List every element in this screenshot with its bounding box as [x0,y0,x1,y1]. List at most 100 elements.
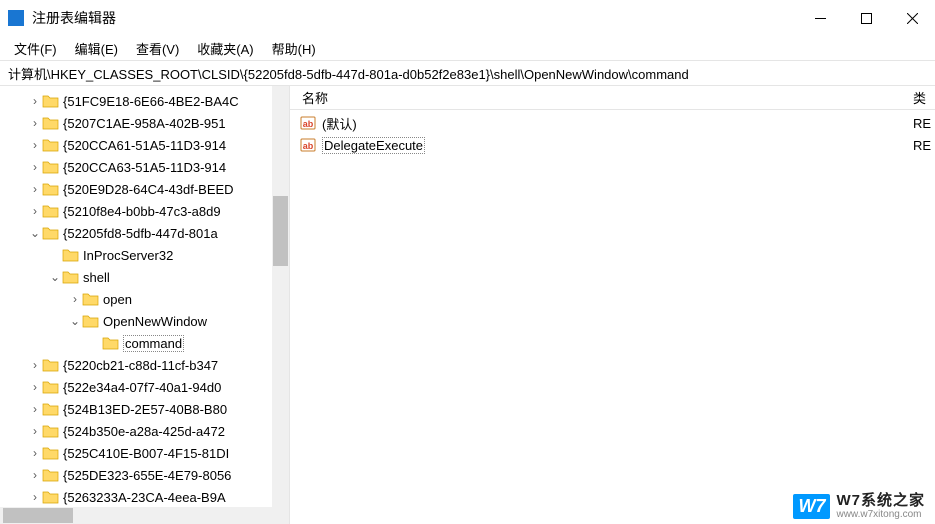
value-name: DelegateExecute [322,138,913,153]
tree-node[interactable]: › {520CCA61-51A5-11D3-914 [0,134,289,156]
chevron-right-icon[interactable]: › [28,204,42,218]
chevron-down-icon[interactable]: ⌄ [28,226,42,240]
address-bar[interactable]: 计算机\HKEY_CLASSES_ROOT\CLSID\{52205fd8-5d… [0,60,935,86]
maximize-button[interactable] [843,0,889,36]
scrollbar-thumb[interactable] [3,508,73,523]
svg-text:ab: ab [303,119,314,129]
window-controls [797,0,935,36]
tree-node[interactable]: ⌄ {52205fd8-5dfb-447d-801a [0,222,289,244]
values-header: 名称 类 [290,86,935,110]
tree-node[interactable]: ›{5263233A-23CA-4eea-B9A [0,486,289,507]
value-name: (默认) [322,114,913,133]
chevron-right-icon[interactable]: › [28,468,42,482]
string-value-icon: ab [300,137,316,153]
title-bar: 注册表编辑器 [0,0,935,36]
tree-node[interactable]: ⌄ OpenNewWindow [0,310,289,332]
tree-panel: › {51FC9E18-6E66-4BE2-BA4C › {5207C1AE-958A… [0,86,290,524]
folder-icon [102,336,119,350]
menu-help[interactable]: 帮助(H) [264,37,324,60]
tree-node[interactable]: › {525C410E-B007-4F15-81DI [0,442,289,464]
minimize-button[interactable] [797,0,843,36]
tree-node[interactable]: › {5207C1AE-958A-402B-951 [0,112,289,134]
scrollbar-thumb[interactable] [273,196,288,266]
close-button[interactable] [889,0,935,36]
folder-icon [42,94,59,108]
chevron-right-icon[interactable]: › [28,424,42,438]
chevron-right-icon[interactable]: › [28,380,42,394]
tree-node[interactable]: › {5220cb21-c88d-11cf-b347 [0,354,289,376]
chevron-right-icon[interactable]: › [28,160,42,174]
tree-node-label: open [103,292,132,307]
tree-node[interactable]: › open [0,288,289,310]
tree-vertical-scrollbar[interactable] [272,86,289,507]
chevron-down-icon[interactable]: ⌄ [48,270,62,284]
menu-edit[interactable]: 编辑(E) [67,37,126,60]
value-row[interactable]: abDelegateExecuteRE [290,134,935,156]
tree-node-label: {522e34a4-07f7-40a1-94d0 [63,380,221,395]
tree-node[interactable]: ›{524B13ED-2E57-40B8-B80 [0,398,289,420]
window-title: 注册表编辑器 [32,8,116,28]
watermark-url: www.w7xitong.com [836,509,921,520]
tree-node-label: {525DE323-655E-4E79-8056 [63,468,231,483]
tree-node-label: command [123,335,184,352]
tree-node-label: {520E9D28-64C4-43df-BEED [63,182,234,197]
column-header-name[interactable]: 名称 [290,88,913,107]
values-list[interactable]: ab(默认)REabDelegateExecuteRE [290,110,935,524]
watermark: W7 W7系统之家 www.w7xitong.com [793,493,925,521]
tree-node-label: InProcServer32 [83,248,173,263]
tree-node-label: {51FC9E18-6E66-4BE2-BA4C [63,94,239,109]
menu-favorites[interactable]: 收藏夹(A) [189,37,261,60]
folder-icon [42,446,59,460]
menu-view[interactable]: 查看(V) [128,37,187,60]
svg-text:ab: ab [303,141,314,151]
tree-node[interactable]: InProcServer32 [0,244,289,266]
chevron-right-icon[interactable]: › [28,94,42,108]
chevron-right-icon[interactable]: › [28,138,42,152]
tree-horizontal-scrollbar[interactable] [0,507,289,524]
chevron-right-icon[interactable]: › [68,292,82,306]
folder-icon [42,490,59,504]
tree-node[interactable]: ›{524b350e-a28a-425d-a472 [0,420,289,442]
tree-node-label: {5207C1AE-958A-402B-951 [63,116,226,131]
chevron-right-icon[interactable]: › [28,358,42,372]
tree-node-label: OpenNewWindow [103,314,207,329]
tree-node-label: {525C410E-B007-4F15-81DI [63,446,229,461]
folder-icon [62,270,79,284]
values-panel: 名称 类 ab(默认)REabDelegateExecuteRE [290,86,935,524]
value-row[interactable]: ab (默认)RE [290,112,935,134]
chevron-right-icon[interactable]: › [28,490,42,504]
column-header-type[interactable]: 类 [913,88,935,107]
folder-icon [82,314,99,328]
chevron-down-icon[interactable]: ⌄ [68,314,82,328]
tree-node[interactable]: command [0,332,289,354]
tree-node-label: {5210f8e4-b0bb-47c3-a8d9 [63,204,221,219]
folder-icon [42,468,59,482]
chevron-right-icon[interactable]: › [28,116,42,130]
tree-node-label: {5220cb21-c88d-11cf-b347 [63,358,218,373]
tree-node-label: {520CCA61-51A5-11D3-914 [63,138,226,153]
folder-icon [82,292,99,306]
chevron-right-icon[interactable]: › [28,402,42,416]
folder-icon [42,402,59,416]
folder-icon [42,226,59,240]
folder-icon [42,204,59,218]
tree-node[interactable]: › {5210f8e4-b0bb-47c3-a8d9 [0,200,289,222]
tree-node[interactable]: › {520E9D28-64C4-43df-BEED [0,178,289,200]
tree-view[interactable]: › {51FC9E18-6E66-4BE2-BA4C › {5207C1AE-958A… [0,86,289,507]
menu-file[interactable]: 文件(F) [6,37,65,60]
tree-node[interactable]: › {51FC9E18-6E66-4BE2-BA4C [0,90,289,112]
tree-node-label: {52205fd8-5dfb-447d-801a [63,226,218,241]
watermark-text: W7系统之家 [836,493,925,510]
folder-icon [42,182,59,196]
tree-node[interactable]: › {525DE323-655E-4E79-8056 [0,464,289,486]
menu-bar: 文件(F) 编辑(E) 查看(V) 收藏夹(A) 帮助(H) [0,36,935,60]
tree-node[interactable]: › {522e34a4-07f7-40a1-94d0 [0,376,289,398]
value-type: RE [913,116,935,131]
app-icon [8,10,24,26]
chevron-right-icon[interactable]: › [28,182,42,196]
tree-node[interactable]: ⌄shell [0,266,289,288]
tree-node[interactable]: ›{520CCA63-51A5-11D3-914 [0,156,289,178]
content-area: › {51FC9E18-6E66-4BE2-BA4C › {5207C1AE-958A… [0,86,935,524]
folder-icon [62,248,79,262]
chevron-right-icon[interactable]: › [28,446,42,460]
